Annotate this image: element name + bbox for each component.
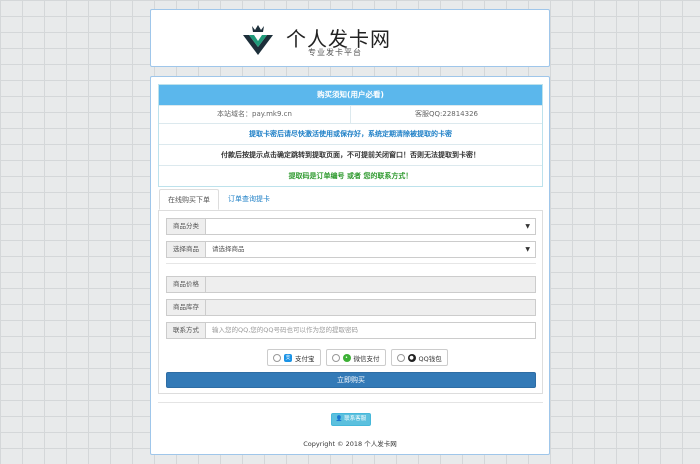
product-value: 请选择商品 xyxy=(212,245,245,253)
site-domain: 本站域名：pay.mk9.cn xyxy=(159,106,351,123)
radio-icon[interactable] xyxy=(396,353,405,362)
product-label: 选择商品 xyxy=(166,241,205,258)
tab-order-query[interactable]: 订单查询提卡 xyxy=(220,189,278,210)
purchase-form: 商品分类 ▼ 选择商品 请选择商品 ▼ 商品价格 商品库存 联系方式 输入您的Q… xyxy=(158,210,543,394)
price-field xyxy=(205,276,536,293)
notice-info-row: 本站域名：pay.mk9.cn 客服QQ:22814326 xyxy=(159,105,542,123)
payment-options: 支 支付宝 • 微信支付 ● QQ钱包 xyxy=(267,349,448,366)
support-qq: 客服QQ:22814326 xyxy=(414,110,478,118)
qq-icon: ● xyxy=(407,353,416,362)
copyright-text: Copyright © 2018 个人发卡网 xyxy=(303,440,397,448)
pay-option-alipay[interactable]: 支 支付宝 xyxy=(267,349,321,366)
notice-heading: 购买须知(用户必看) xyxy=(159,85,542,105)
stock-row: 商品库存 xyxy=(166,299,536,316)
header-box: 个人发卡网 专业发卡平台 xyxy=(150,9,550,67)
tab-online-purchase[interactable]: 在线购买下单 xyxy=(159,189,219,210)
notice-line-2: 付款后按提示点击确定跳转到提取页面，不可提前关闭窗口！否则无法提取到卡密！ xyxy=(159,144,542,165)
pay-label-qq: QQ钱包 xyxy=(418,354,442,363)
purchase-notice: 购买须知(用户必看) 本站域名：pay.mk9.cn 客服QQ:22814326… xyxy=(158,84,543,187)
price-row: 商品价格 xyxy=(166,276,536,293)
category-row: 商品分类 ▼ xyxy=(166,218,536,235)
contact-input[interactable]: 输入您的QQ,您的QQ号码也可以作为您的提取密码 xyxy=(205,322,536,339)
contact-support-label: 联系客服 xyxy=(344,416,367,422)
contact-label: 联系方式 xyxy=(166,322,205,339)
notice-line-1: 提取卡密后请尽快激活使用或保存好，系统定期清除被提取的卡密 xyxy=(159,123,542,144)
stock-label: 商品库存 xyxy=(166,299,205,316)
main-box: 购买须知(用户必看) 本站域名：pay.mk9.cn 客服QQ:22814326… xyxy=(150,76,550,455)
pay-option-qq[interactable]: ● QQ钱包 xyxy=(390,349,448,366)
pay-label-alipay: 支付宝 xyxy=(295,354,315,363)
contact-row: 联系方式 输入您的QQ,您的QQ号码也可以作为您的提取密码 xyxy=(166,322,536,339)
notice-line-3: 提取码是订单编号 或者 您的联系方式！ xyxy=(159,165,542,186)
logo-icon xyxy=(243,25,273,55)
pay-option-wechat[interactable]: • 微信支付 xyxy=(325,349,386,366)
product-select[interactable]: 请选择商品 ▼ xyxy=(205,241,536,258)
form-divider xyxy=(166,263,536,264)
user-icon: 👤 xyxy=(335,416,343,422)
alipay-icon: 支 xyxy=(284,353,292,362)
contact-support-button[interactable]: 👤 联系客服 xyxy=(331,413,371,426)
pay-label-wechat: 微信支付 xyxy=(353,354,380,363)
site-subtitle: 专业发卡平台 xyxy=(308,48,362,57)
wechat-icon: • xyxy=(342,353,351,362)
buy-now-button[interactable]: 立即购买 xyxy=(166,372,536,388)
tab-bar: 在线购买下单 订单查询提卡 xyxy=(158,189,543,211)
footer-divider xyxy=(158,402,543,403)
stock-field xyxy=(205,299,536,316)
radio-icon[interactable] xyxy=(331,353,340,362)
product-row: 选择商品 请选择商品 ▼ xyxy=(166,241,536,258)
price-label: 商品价格 xyxy=(166,276,205,293)
category-select[interactable]: ▼ xyxy=(205,218,536,235)
radio-icon[interactable] xyxy=(273,353,281,362)
chevron-down-icon: ▼ xyxy=(525,223,530,230)
chevron-down-icon: ▼ xyxy=(525,246,530,253)
category-label: 商品分类 xyxy=(166,218,205,235)
